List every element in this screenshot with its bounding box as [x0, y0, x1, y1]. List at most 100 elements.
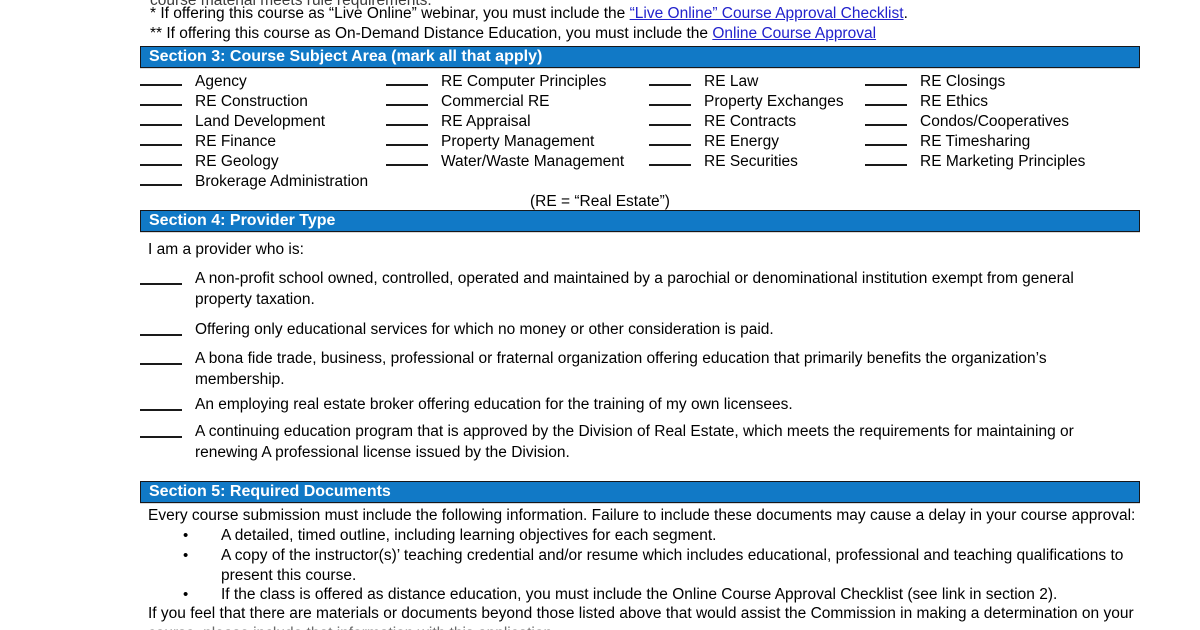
subject-label: RE Ethics — [920, 93, 989, 110]
checkbox-blank-line[interactable] — [386, 70, 428, 86]
section-3-header: Section 3: Course Subject Area (mark all… — [140, 46, 1140, 68]
checkbox-blank-line[interactable] — [140, 394, 182, 411]
subject-option-property-exchanges[interactable]: Property Exchanges — [649, 90, 865, 112]
additional-materials-paragraph: If you feel that there are materials or … — [148, 605, 1134, 622]
subject-option-re-closings[interactable]: RE Closings — [865, 70, 1125, 92]
checkbox-blank-line[interactable] — [140, 170, 182, 186]
document-page: course material meets rule requirements.… — [0, 0, 1200, 630]
checkbox-blank-line[interactable] — [865, 130, 907, 146]
checkbox-blank-line[interactable] — [386, 150, 428, 166]
subject-option-re-contracts[interactable]: RE Contracts — [649, 110, 865, 132]
subject-row: RE Finance Property Management RE Energy… — [140, 130, 1150, 150]
subject-option-water-waste-management[interactable]: Water/Waste Management — [386, 150, 649, 172]
required-document-label: A copy of the instructor(s)’ teaching cr… — [221, 547, 1124, 584]
subject-label: RE Law — [704, 73, 759, 90]
subject-option-re-ethics[interactable]: RE Ethics — [865, 90, 1125, 112]
required-document-credentials: • A copy of the instructor(s)’ teaching … — [183, 546, 1148, 586]
subject-label: Condos/Cooperatives — [920, 113, 1070, 130]
checkbox-blank-line[interactable] — [649, 150, 691, 166]
subject-option-re-construction[interactable]: RE Construction — [140, 90, 386, 112]
subject-label: Agency — [195, 73, 247, 90]
section-4-header: Section 4: Provider Type — [140, 210, 1140, 232]
subject-option-re-geology[interactable]: RE Geology — [140, 150, 386, 172]
provider-option-label: An employing real estate broker offering… — [195, 396, 793, 413]
online-course-approval-link[interactable]: Online Course Approval — [712, 25, 876, 42]
subject-label: Commercial RE — [441, 93, 550, 110]
checkbox-blank-line[interactable] — [140, 70, 182, 86]
checkbox-blank-line[interactable] — [649, 130, 691, 146]
subject-label: RE Securities — [704, 153, 798, 170]
re-abbreviation-footnote: (RE = “Real Estate”) — [530, 193, 670, 210]
live-online-note: * If offering this course as “Live Onlin… — [150, 4, 908, 24]
subject-label: Property Exchanges — [704, 93, 844, 110]
on-demand-note: ** If offering this course as On-Demand … — [150, 24, 876, 44]
provider-option-nonprofit-school[interactable]: A non-profit school owned, controlled, o… — [140, 268, 1150, 310]
subject-row: RE Geology Water/Waste Management RE Sec… — [140, 150, 1150, 170]
checkbox-blank-line[interactable] — [140, 348, 182, 365]
provider-option-label: Offering only educational services for w… — [195, 321, 774, 338]
subject-option-re-securities[interactable]: RE Securities — [649, 150, 865, 172]
subject-row: Brokerage Administration — [140, 170, 1150, 190]
provider-option-employing-broker[interactable]: An employing real estate broker offering… — [140, 394, 1150, 415]
section-4-heading-label: Section 4: Provider Type — [149, 212, 336, 229]
subject-label: RE Computer Principles — [441, 73, 607, 90]
bullet-icon: • — [183, 586, 189, 603]
subject-row: Land Development RE Appraisal RE Contrac… — [140, 110, 1150, 130]
provider-option-free-services[interactable]: Offering only educational services for w… — [140, 319, 1150, 340]
subject-option-re-energy[interactable]: RE Energy — [649, 130, 865, 152]
subject-option-re-appraisal[interactable]: RE Appraisal — [386, 110, 649, 132]
subject-label: RE Construction — [195, 93, 308, 110]
live-online-note-suffix: . — [903, 5, 908, 22]
section-3-heading-label: Section 3: Course Subject Area (mark all… — [149, 48, 543, 65]
checkbox-blank-line[interactable] — [386, 110, 428, 126]
checkbox-blank-line[interactable] — [140, 421, 182, 438]
provider-option-continuing-education[interactable]: A continuing education program that is a… — [140, 421, 1150, 463]
checkbox-blank-line[interactable] — [386, 90, 428, 106]
provider-type-intro: I am a provider who is: — [148, 241, 304, 258]
section-5-header: Section 5: Required Documents — [140, 481, 1140, 503]
subject-option-re-timesharing[interactable]: RE Timesharing — [865, 130, 1125, 152]
provider-option-label: A non-profit school owned, controlled, o… — [195, 270, 1074, 308]
required-document-distance-education: • If the class is offered as distance ed… — [183, 585, 1148, 605]
subject-label: RE Finance — [195, 133, 276, 150]
checkbox-blank-line[interactable] — [865, 90, 907, 106]
checkbox-blank-line[interactable] — [865, 150, 907, 166]
subject-option-property-management[interactable]: Property Management — [386, 130, 649, 152]
checkbox-blank-line[interactable] — [865, 110, 907, 126]
subject-option-re-law[interactable]: RE Law — [649, 70, 865, 92]
checkbox-blank-line[interactable] — [649, 110, 691, 126]
subject-label: RE Energy — [704, 133, 779, 150]
checkbox-blank-line[interactable] — [649, 90, 691, 106]
checkbox-blank-line[interactable] — [140, 110, 182, 126]
required-documents-intro: Every course submission must include the… — [148, 507, 1136, 524]
on-demand-note-prefix: ** If offering this course as On-Demand … — [150, 25, 713, 42]
subject-label: RE Geology — [195, 153, 279, 170]
checkbox-blank-line[interactable] — [140, 90, 182, 106]
checkbox-blank-line[interactable] — [649, 70, 691, 86]
live-online-note-prefix: * If offering this course as “Live Onlin… — [150, 5, 630, 22]
subject-option-re-finance[interactable]: RE Finance — [140, 130, 386, 152]
checkbox-blank-line[interactable] — [140, 130, 182, 146]
checkbox-blank-line[interactable] — [140, 319, 182, 336]
subject-label: RE Contracts — [704, 113, 797, 130]
subject-label: Water/Waste Management — [441, 153, 625, 170]
subject-option-commercial-re[interactable]: Commercial RE — [386, 90, 649, 112]
live-online-checklist-link[interactable]: “Live Online” Course Approval Checklist — [630, 5, 904, 22]
subject-option-agency[interactable]: Agency — [140, 70, 386, 92]
subject-option-condos-cooperatives[interactable]: Condos/Cooperatives — [865, 110, 1125, 132]
subject-row: RE Construction Commercial RE Property E… — [140, 90, 1150, 110]
subject-option-brokerage-administration[interactable]: Brokerage Administration — [140, 170, 386, 192]
checkbox-blank-line[interactable] — [865, 70, 907, 86]
subject-option-land-development[interactable]: Land Development — [140, 110, 386, 132]
checkbox-blank-line[interactable] — [386, 130, 428, 146]
subject-row: Agency RE Computer Principles RE Law RE … — [140, 70, 1150, 90]
subject-option-re-computer-principles[interactable]: RE Computer Principles — [386, 70, 649, 92]
provider-option-trade-organization[interactable]: A bona fide trade, business, professiona… — [140, 348, 1150, 390]
course-subject-area-grid: Agency RE Computer Principles RE Law RE … — [140, 70, 1150, 190]
checkbox-blank-line[interactable] — [140, 268, 182, 285]
subject-label: RE Closings — [920, 73, 1006, 90]
subject-option-re-marketing-principles[interactable]: RE Marketing Principles — [865, 150, 1125, 172]
subject-label: RE Appraisal — [441, 113, 531, 130]
checkbox-blank-line[interactable] — [140, 150, 182, 166]
subject-label: Brokerage Administration — [195, 173, 369, 190]
